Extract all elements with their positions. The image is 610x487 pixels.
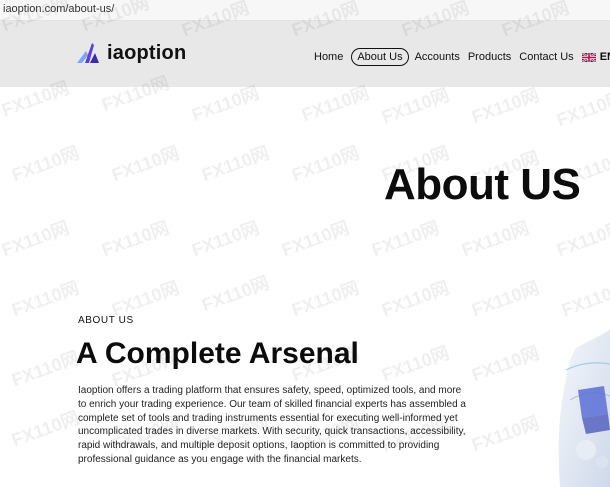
watermark: FX110网 bbox=[279, 217, 352, 261]
language-selector[interactable]: EN bbox=[581, 51, 610, 63]
site-header: iaoption Home About Us Accounts Products… bbox=[0, 21, 610, 87]
section-title: A Complete Arsenal bbox=[76, 337, 359, 370]
nav-products[interactable]: Products bbox=[468, 49, 511, 65]
about-paragraph: Iaoption offers a trading platform that … bbox=[78, 385, 466, 465]
watermark: FX110网 bbox=[554, 217, 610, 261]
main-nav: Home About Us Accounts Products Contact … bbox=[314, 47, 610, 67]
brand-name: iaoption bbox=[107, 41, 187, 64]
watermark: FX110网 bbox=[459, 217, 532, 261]
watermark: FX110网 bbox=[289, 277, 362, 321]
watermark: FX110网 bbox=[469, 342, 542, 386]
brand-logo[interactable]: iaoption bbox=[74, 39, 186, 67]
browser-address-bar[interactable]: iaoption.com/about-us/ bbox=[0, 0, 610, 21]
language-code: EN bbox=[599, 51, 610, 63]
decorative-3d-illustration bbox=[558, 330, 610, 487]
watermark: FX110网 bbox=[9, 347, 82, 391]
watermark: FX110网 bbox=[189, 217, 262, 261]
watermark: FX110网 bbox=[559, 277, 610, 321]
watermark: FX110网 bbox=[469, 277, 542, 321]
watermark: FX110网 bbox=[369, 217, 442, 261]
watermark: FX110网 bbox=[469, 84, 542, 128]
watermark: FX110网 bbox=[9, 277, 82, 321]
watermark: FX110网 bbox=[379, 277, 452, 321]
nav-contact-us[interactable]: Contact Us bbox=[519, 49, 573, 65]
url-text[interactable]: iaoption.com/about-us/ bbox=[3, 3, 114, 15]
page: iaoption.com/about-us/ iaoption Home Abo… bbox=[0, 0, 610, 487]
nav-about-us[interactable]: About Us bbox=[351, 48, 409, 66]
watermark: FX110网 bbox=[199, 272, 272, 316]
watermark: FX110网 bbox=[9, 142, 82, 186]
uk-flag-icon bbox=[581, 52, 596, 62]
watermark: FX110网 bbox=[109, 142, 182, 186]
watermark: FX110网 bbox=[99, 217, 172, 261]
watermark: FX110网 bbox=[199, 142, 272, 186]
watermark: FX110网 bbox=[289, 142, 362, 186]
nav-accounts[interactable]: Accounts bbox=[415, 49, 460, 65]
watermark: FX110网 bbox=[554, 87, 610, 131]
iaoption-logo-icon bbox=[77, 43, 99, 63]
nav-home[interactable]: Home bbox=[314, 49, 343, 65]
section-eyebrow: ABOUT US bbox=[78, 315, 134, 326]
watermark: FX110网 bbox=[379, 84, 452, 128]
watermark: FX110网 bbox=[9, 407, 82, 451]
watermark: FX110网 bbox=[379, 342, 452, 386]
watermark: FX110网 bbox=[469, 412, 542, 456]
hero-title: About US bbox=[384, 160, 581, 209]
watermark: FX110网 bbox=[0, 217, 72, 261]
